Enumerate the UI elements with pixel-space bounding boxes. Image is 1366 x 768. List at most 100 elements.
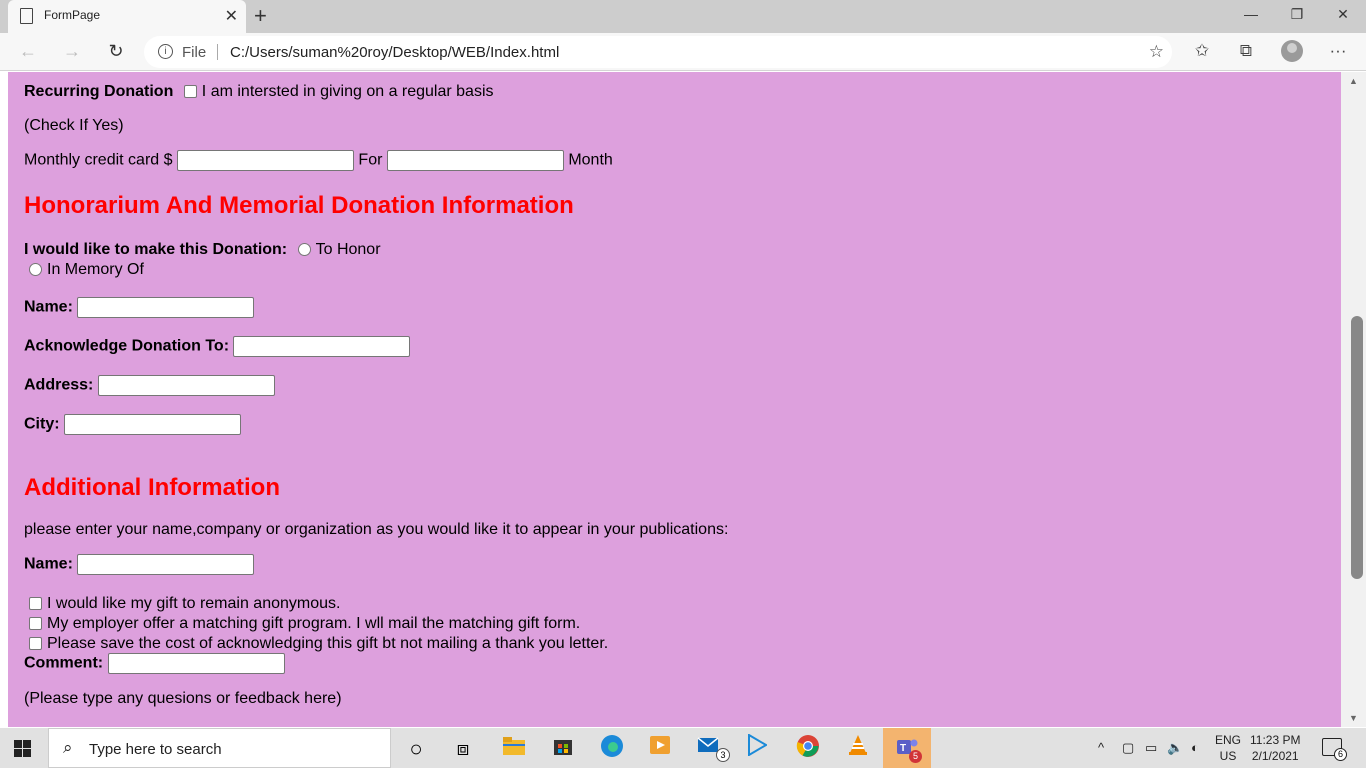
file-label: File	[182, 44, 207, 61]
save-cost-label: Please save the cost of acknowledging th…	[47, 635, 609, 652]
city-input[interactable]	[64, 414, 242, 435]
network-icon[interactable]: ◐	[1191, 740, 1199, 755]
collections-icon[interactable]: ⧉	[1233, 41, 1259, 61]
system-clock[interactable]: 11:23 PM 2/1/2021	[1250, 732, 1300, 764]
lang-code: ENG	[1215, 733, 1242, 747]
task-view-icon[interactable]: ⧈	[443, 734, 483, 764]
feedback-text: (Please type any quesions or feedback he…	[24, 690, 342, 707]
save-cost-checkbox[interactable]	[29, 637, 42, 651]
video-play-icon[interactable]	[737, 733, 777, 764]
in-memory-radio[interactable]	[29, 263, 42, 277]
close-tab-icon[interactable]: ✕	[225, 6, 238, 26]
new-tab-button[interactable]: +	[254, 3, 267, 29]
minimize-button[interactable]: —	[1236, 6, 1266, 22]
anonymous-row: I would like my gift to remain anonymous…	[29, 595, 340, 613]
restore-button[interactable]: ❐	[1282, 6, 1312, 23]
lang-region: US	[1219, 749, 1237, 763]
notification-count: 6	[1334, 748, 1347, 761]
publication-name-input[interactable]	[77, 554, 255, 575]
vlc-icon[interactable]	[838, 734, 878, 764]
volume-icon[interactable]: 🔈	[1167, 740, 1183, 756]
teams-badge: 5	[909, 750, 922, 763]
recurring-row: Recurring Donation I am intersted in giv…	[24, 83, 494, 101]
recurring-label: Recurring Donation	[24, 83, 174, 100]
name-input[interactable]	[77, 297, 255, 318]
reload-button[interactable]: ↻	[104, 41, 128, 62]
publication-text: please enter your name,company or organi…	[24, 521, 729, 538]
additional-heading: Additional Information	[24, 474, 280, 501]
honor-heading: Honorarium And Memorial Donation Informa…	[24, 192, 574, 219]
windows-start-icon[interactable]	[14, 740, 31, 757]
comment-row: Comment:	[24, 653, 285, 674]
address-row: Address:	[24, 375, 275, 396]
page-scrollbar[interactable]: ▲ ▼	[1341, 72, 1366, 727]
tab-bar: FormPage ✕ + — ❐ ✕	[0, 0, 1366, 33]
search-icon: ⌕	[63, 738, 73, 757]
employer-checkbox[interactable]	[29, 617, 42, 631]
acknowledge-label: Acknowledge Donation To:	[24, 337, 230, 355]
donation-type-row: I would like to make this Donation: To H…	[24, 241, 381, 259]
file-explorer-icon[interactable]	[494, 734, 534, 764]
to-honor-label: To Honor	[315, 241, 381, 258]
chrome-icon[interactable]	[788, 734, 828, 764]
monthly-label: Monthly credit card $	[24, 151, 173, 169]
close-window-button[interactable]: ✕	[1328, 6, 1358, 23]
monthly-row: Monthly credit card $ For Month	[24, 150, 613, 171]
name-label: Name:	[24, 298, 73, 316]
acknowledge-row: Acknowledge Donation To:	[24, 336, 411, 357]
save-cost-row: Please save the cost of acknowledging th…	[29, 635, 608, 653]
to-honor-radio[interactable]	[297, 243, 311, 257]
scroll-up-icon[interactable]: ▲	[1349, 76, 1358, 86]
donation-label: I would like to make this Donation:	[24, 241, 288, 258]
notification-center-icon[interactable]: 6	[1322, 738, 1347, 761]
store-icon[interactable]	[543, 734, 583, 764]
search-placeholder: Type here to search	[89, 741, 222, 758]
city-row: City:	[24, 414, 242, 435]
cortana-icon[interactable]: ○	[396, 734, 436, 764]
back-button[interactable]: ←	[16, 41, 40, 62]
acknowledge-input[interactable]	[233, 336, 411, 357]
anonymous-checkbox[interactable]	[29, 597, 42, 611]
browser-toolbar: ← → ↻ i File C:/Users/suman%20roy/Deskto…	[0, 33, 1366, 71]
url-text[interactable]: C:/Users/suman%20roy/Desktop/WEB/Index.h…	[230, 44, 559, 61]
recurring-checkbox[interactable]	[183, 85, 197, 99]
monthly-amount-input[interactable]	[176, 150, 354, 171]
teams-taskbar-button[interactable]: T 5	[883, 728, 931, 768]
name2-row: Name:	[24, 554, 255, 575]
months-input[interactable]	[386, 150, 564, 171]
month-label: Month	[568, 151, 613, 169]
tab-formpage[interactable]: FormPage ✕	[8, 0, 246, 33]
recurring-text: I am intersted in giving on a regular ba…	[201, 83, 494, 100]
mail-badge: 3	[716, 748, 730, 762]
info-icon[interactable]: i	[158, 44, 173, 59]
meet-now-icon[interactable]: ▢	[1122, 740, 1134, 756]
name2-label: Name:	[24, 555, 73, 573]
employer-row: My employer offer a matching gift progra…	[29, 615, 580, 633]
add-favorite-icon[interactable]: ☆	[1149, 42, 1164, 62]
clock-time: 11:23 PM	[1250, 733, 1301, 747]
mail-icon[interactable]: 3	[690, 734, 730, 764]
favorites-icon[interactable]: ✩	[1189, 41, 1215, 61]
forward-button[interactable]: →	[60, 41, 84, 62]
address-bar[interactable]: i File C:/Users/suman%20roy/Desktop/WEB/…	[144, 36, 1172, 68]
taskbar-search[interactable]: ⌕ Type here to search	[48, 728, 391, 768]
edge-icon[interactable]	[592, 734, 632, 764]
employer-label: My employer offer a matching gift progra…	[47, 615, 581, 632]
address-separator	[217, 44, 218, 60]
address-input[interactable]	[97, 375, 275, 396]
profile-avatar[interactable]	[1281, 40, 1303, 62]
page-icon	[20, 8, 33, 24]
scroll-thumb[interactable]	[1351, 316, 1363, 579]
battery-icon[interactable]: ▭	[1145, 740, 1157, 756]
clock-date: 2/1/2021	[1251, 749, 1299, 763]
scroll-down-icon[interactable]: ▼	[1349, 713, 1358, 723]
media-player-icon[interactable]	[640, 734, 680, 764]
city-label: City:	[24, 415, 60, 433]
svg-text:T: T	[900, 743, 906, 754]
show-hidden-icons[interactable]: ^	[1098, 740, 1104, 755]
in-memory-row: In Memory Of	[29, 261, 144, 279]
address-label: Address:	[24, 376, 94, 394]
input-language[interactable]: ENG US	[1215, 732, 1241, 764]
comment-input[interactable]	[107, 653, 285, 674]
more-menu-icon[interactable]: ···	[1325, 41, 1351, 61]
